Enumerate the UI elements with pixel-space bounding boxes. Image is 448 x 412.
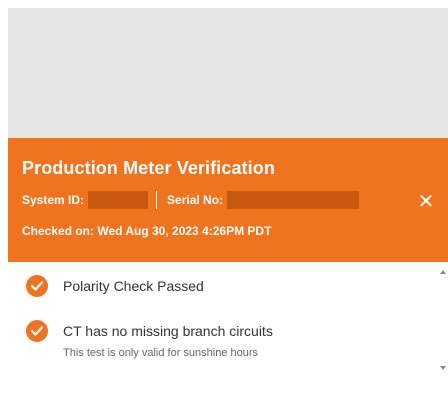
modal-title: Production Meter Verification bbox=[22, 158, 275, 178]
checked-on-timestamp: Checked on: Wed Aug 30, 2023 4:26PM PDT bbox=[22, 224, 272, 238]
serial-no-label: Serial No: bbox=[167, 193, 224, 207]
serial-no-redacted bbox=[227, 191, 360, 209]
check-label: CT has no missing branch circuits bbox=[63, 323, 273, 339]
check-item-branch-circuits: CT has no missing branch circuits This t… bbox=[26, 320, 273, 359]
scroll-down-icon[interactable] bbox=[440, 366, 446, 370]
system-id-redacted bbox=[88, 191, 149, 209]
meta-divider bbox=[156, 191, 158, 209]
modal-body: Polarity Check Passed CT has no missing … bbox=[8, 262, 448, 412]
check-note: This test is only valid for sunshine hou… bbox=[63, 347, 259, 359]
modal-header: Production Meter Verification System ID:… bbox=[8, 138, 448, 262]
scroll-up-icon[interactable] bbox=[440, 270, 446, 274]
checkmark-icon bbox=[26, 275, 48, 297]
checkmark-icon bbox=[26, 320, 48, 342]
system-info-row: System ID: Serial No: bbox=[22, 190, 360, 210]
system-id-label: System ID: bbox=[22, 193, 85, 207]
check-item-polarity: Polarity Check Passed bbox=[26, 275, 204, 297]
scrollbar[interactable] bbox=[438, 262, 448, 378]
page-backdrop bbox=[8, 8, 448, 138]
check-label: Polarity Check Passed bbox=[63, 278, 204, 294]
close-icon[interactable]: ✕ bbox=[416, 192, 436, 212]
